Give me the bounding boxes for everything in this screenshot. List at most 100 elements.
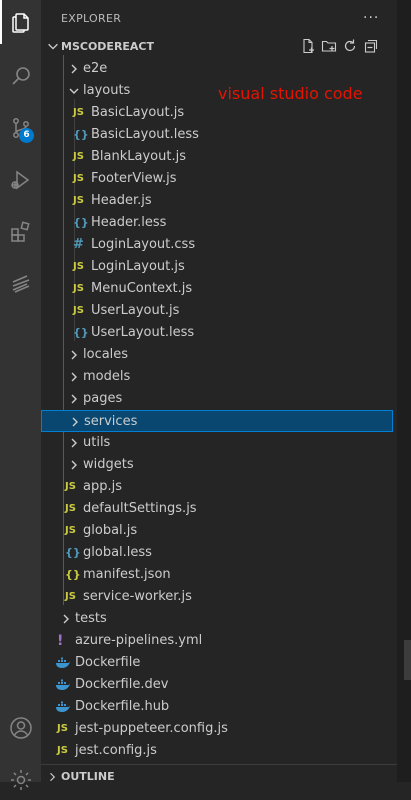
explorer-icon[interactable] xyxy=(0,2,41,42)
explorer-sidebar: EXPLORER ··· MSCODEREACT e2e layouts JS … xyxy=(41,0,397,783)
folder-row[interactable]: models xyxy=(41,366,393,388)
search-icon[interactable] xyxy=(0,56,41,96)
file-name: BlankLayout.js xyxy=(91,149,186,164)
folder-name: e2e xyxy=(83,61,108,76)
file-row[interactable]: {} Header.less xyxy=(41,212,393,234)
run-debug-icon[interactable] xyxy=(0,160,41,200)
json-file-icon: {} xyxy=(65,568,81,581)
file-name: LoginLayout.css xyxy=(91,237,196,252)
js-file-icon: JS xyxy=(73,195,84,206)
file-row[interactable]: JS BasicLayout.js xyxy=(41,102,393,124)
file-row[interactable]: {} BasicLayout.less xyxy=(41,124,393,146)
chevron-right-icon xyxy=(71,460,77,470)
css-file-icon: # xyxy=(73,237,84,252)
file-row[interactable]: ! azure-pipelines.yml xyxy=(41,630,393,652)
extensions-icon[interactable] xyxy=(0,212,41,252)
folder-row[interactable]: locales xyxy=(41,344,393,366)
folder-row[interactable]: services xyxy=(41,410,393,432)
annotation-text: visual studio code xyxy=(218,84,363,103)
js-file-icon: JS xyxy=(73,283,84,294)
account-icon[interactable] xyxy=(0,708,41,748)
folder-row[interactable]: e2e xyxy=(41,58,393,80)
chevron-down-icon xyxy=(48,43,58,50)
file-row[interactable]: JS FooterView.js xyxy=(41,168,393,190)
collapse-all-icon[interactable] xyxy=(363,38,379,54)
remote-icon[interactable] xyxy=(0,264,41,304)
docker-icon xyxy=(56,657,70,668)
file-name: jest.config.js xyxy=(75,743,157,758)
file-row[interactable]: JS global.js xyxy=(41,520,393,542)
file-name: manifest.json xyxy=(83,567,171,582)
js-file-icon: JS xyxy=(73,151,84,162)
activity-bar: 6 xyxy=(0,0,41,790)
scrollbar-thumb[interactable] xyxy=(404,640,411,680)
chevron-down-icon xyxy=(69,88,79,94)
folder-name: models xyxy=(83,369,131,384)
file-row[interactable]: {} UserLayout.less xyxy=(41,322,393,344)
file-row[interactable]: JS defaultSettings.js xyxy=(41,498,393,520)
folder-name: pages xyxy=(83,391,123,406)
folder-name: utils xyxy=(83,435,111,450)
refresh-icon[interactable] xyxy=(342,38,358,54)
js-file-icon: JS xyxy=(65,591,76,602)
file-name: MenuContext.js xyxy=(91,281,193,296)
file-row[interactable]: JS LoginLayout.js xyxy=(41,256,393,278)
source-control-badge: 6 xyxy=(19,128,34,143)
file-row[interactable]: # LoginLayout.css xyxy=(41,234,393,256)
file-name: Dockerfile xyxy=(75,655,141,670)
chevron-right-icon xyxy=(71,64,77,74)
js-file-icon: JS xyxy=(73,261,84,272)
file-name: global.less xyxy=(83,545,152,560)
file-row[interactable]: JS Header.js xyxy=(41,190,393,212)
file-name: UserLayout.less xyxy=(91,325,195,340)
file-name: defaultSettings.js xyxy=(83,501,197,516)
new-folder-icon[interactable] xyxy=(321,38,337,54)
docker-icon xyxy=(56,679,70,690)
chevron-right-icon xyxy=(71,350,77,360)
file-name: Header.less xyxy=(91,215,167,230)
js-file-icon: JS xyxy=(57,745,68,756)
file-row[interactable]: {} global.less xyxy=(41,542,393,564)
file-row[interactable]: JS jest-puppeteer.config.js xyxy=(41,718,393,740)
new-file-icon[interactable] xyxy=(300,38,316,54)
outline-section-header[interactable]: OUTLINE xyxy=(41,764,397,783)
docker-icon xyxy=(56,701,70,712)
file-row[interactable]: {} manifest.json xyxy=(41,564,393,586)
js-file-icon: JS xyxy=(73,107,84,118)
file-row[interactable]: JS MenuContext.js xyxy=(41,278,393,300)
file-name: BasicLayout.js xyxy=(91,105,185,120)
file-row[interactable]: JS jest.config.js xyxy=(41,740,393,762)
chevron-right-icon xyxy=(71,372,77,382)
section-actions xyxy=(300,38,379,54)
chevron-right-icon xyxy=(50,772,56,782)
folder-name: widgets xyxy=(83,457,134,472)
file-row[interactable]: JS UserLayout.js xyxy=(41,300,393,322)
folder-row[interactable]: widgets xyxy=(41,454,393,476)
js-file-icon: JS xyxy=(65,525,76,536)
less-file-icon: {} xyxy=(73,128,89,141)
source-control-icon[interactable] xyxy=(0,108,41,148)
manage-gear-icon[interactable] xyxy=(0,760,41,800)
chevron-right-icon xyxy=(71,438,77,448)
explorer-title: EXPLORER xyxy=(61,12,122,25)
file-row[interactable]: JS BlankLayout.js xyxy=(41,146,393,168)
file-row[interactable]: Dockerfile xyxy=(41,652,393,674)
folder-row[interactable]: utils xyxy=(41,432,393,454)
folder-row[interactable]: tests xyxy=(41,608,393,630)
file-row[interactable]: JS app.js xyxy=(41,476,393,498)
file-name: BasicLayout.less xyxy=(91,127,199,142)
chevron-right-icon xyxy=(71,394,77,404)
js-file-icon: JS xyxy=(65,503,76,514)
file-name: UserLayout.js xyxy=(91,303,180,318)
file-name: Header.js xyxy=(91,193,152,208)
folder-name: locales xyxy=(83,347,129,362)
folder-row[interactable]: pages xyxy=(41,388,393,410)
more-actions-button[interactable]: ··· xyxy=(363,10,379,26)
file-row[interactable]: Dockerfile.hub xyxy=(41,696,393,718)
file-row[interactable]: JS service-worker.js xyxy=(41,586,393,608)
less-file-icon: {} xyxy=(73,216,89,229)
less-file-icon: {} xyxy=(65,546,81,559)
file-row[interactable]: Dockerfile.dev xyxy=(41,674,393,696)
folder-name: tests xyxy=(75,611,107,626)
workspace-section-header[interactable]: MSCODEREACT xyxy=(41,36,397,58)
